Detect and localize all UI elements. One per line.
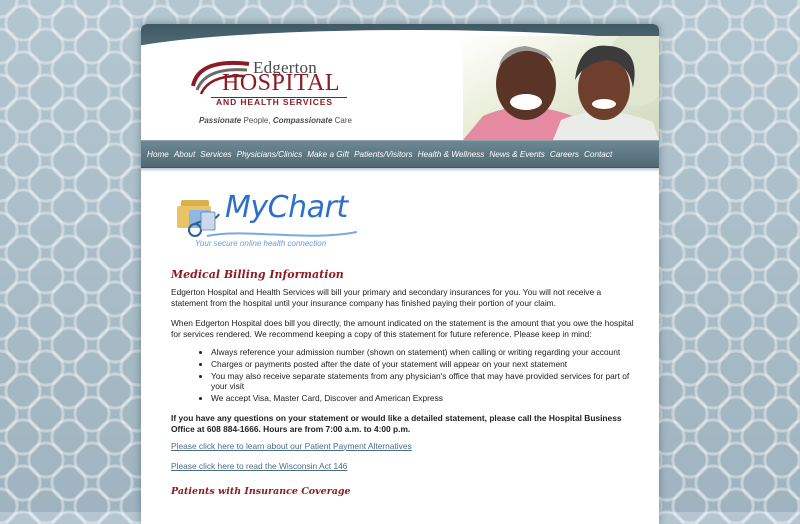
hospital-logo[interactable]: Edgerton HOSPITAL AND HEALTH SERVICES	[189, 54, 349, 110]
tagline: Passionate People, Compassionate Care	[199, 116, 352, 125]
tagline-end: Care	[332, 116, 352, 125]
nav-item-about[interactable]: About	[174, 150, 195, 159]
tagline-mid: People,	[241, 116, 273, 125]
nav-item-careers[interactable]: Careers	[550, 150, 579, 159]
header-photo-couple	[463, 36, 659, 140]
list-item: Always reference your admission number (…	[211, 347, 637, 358]
list-item: We accept Visa, Master Card, Discover an…	[211, 393, 637, 404]
nav-item-services[interactable]: Services	[200, 150, 231, 159]
nav-item-health-wellness[interactable]: Health & Wellness	[418, 150, 485, 159]
nav-shadow	[141, 168, 659, 172]
payment-alternatives-link[interactable]: Please click here to learn about our Pat…	[171, 441, 637, 452]
mychart-banner[interactable]: MyChart Your secure online health connec…	[175, 190, 365, 254]
nav-item-contact[interactable]: Contact	[584, 150, 612, 159]
nav-item-make-a-gift[interactable]: Make a Gift	[307, 150, 349, 159]
tagline-word1: Passionate	[199, 116, 242, 125]
mychart-slogan: Your secure online health connection	[195, 239, 327, 248]
site-header: Edgerton HOSPITAL AND HEALTH SERVICES Pa…	[141, 24, 659, 140]
insurance-coverage-heading: Patients with Insurance Coverage	[171, 485, 351, 497]
contact-note: If you have any questions on your statem…	[171, 413, 622, 434]
main-content: MyChart Your secure online health connec…	[141, 190, 659, 497]
billing-intro-paragraph: Edgerton Hospital and Health Services wi…	[171, 287, 602, 308]
nav-item-patients-visitors[interactable]: Patients/Visitors	[354, 150, 413, 159]
logo-subtitle: AND HEALTH SERVICES	[216, 97, 333, 107]
billing-tips-list: Always reference your admission number (…	[171, 347, 637, 403]
nav-item-physicians-clinics[interactable]: Physicians/Clinics	[237, 150, 303, 159]
page-title: Medical Billing Information	[171, 268, 344, 281]
nav-item-home[interactable]: Home	[147, 150, 169, 159]
list-item: You may also receive separate statements…	[211, 371, 637, 392]
tagline-word2: Compassionate	[272, 116, 333, 125]
nav-item-news-events[interactable]: News & Events	[489, 150, 545, 159]
logo-hospital: HOSPITAL	[222, 70, 341, 96]
mychart-title: MyChart	[225, 190, 348, 225]
billing-direct-paragraph: When Edgerton Hospital does bill you dir…	[171, 318, 634, 339]
wisconsin-act-link[interactable]: Please click here to read the Wisconsin …	[171, 461, 637, 472]
page-container: Edgerton HOSPITAL AND HEALTH SERVICES Pa…	[141, 24, 659, 524]
list-item: Charges or payments posted after the dat…	[211, 359, 637, 370]
main-nav: Home About Services Physicians/Clinics M…	[141, 140, 659, 168]
